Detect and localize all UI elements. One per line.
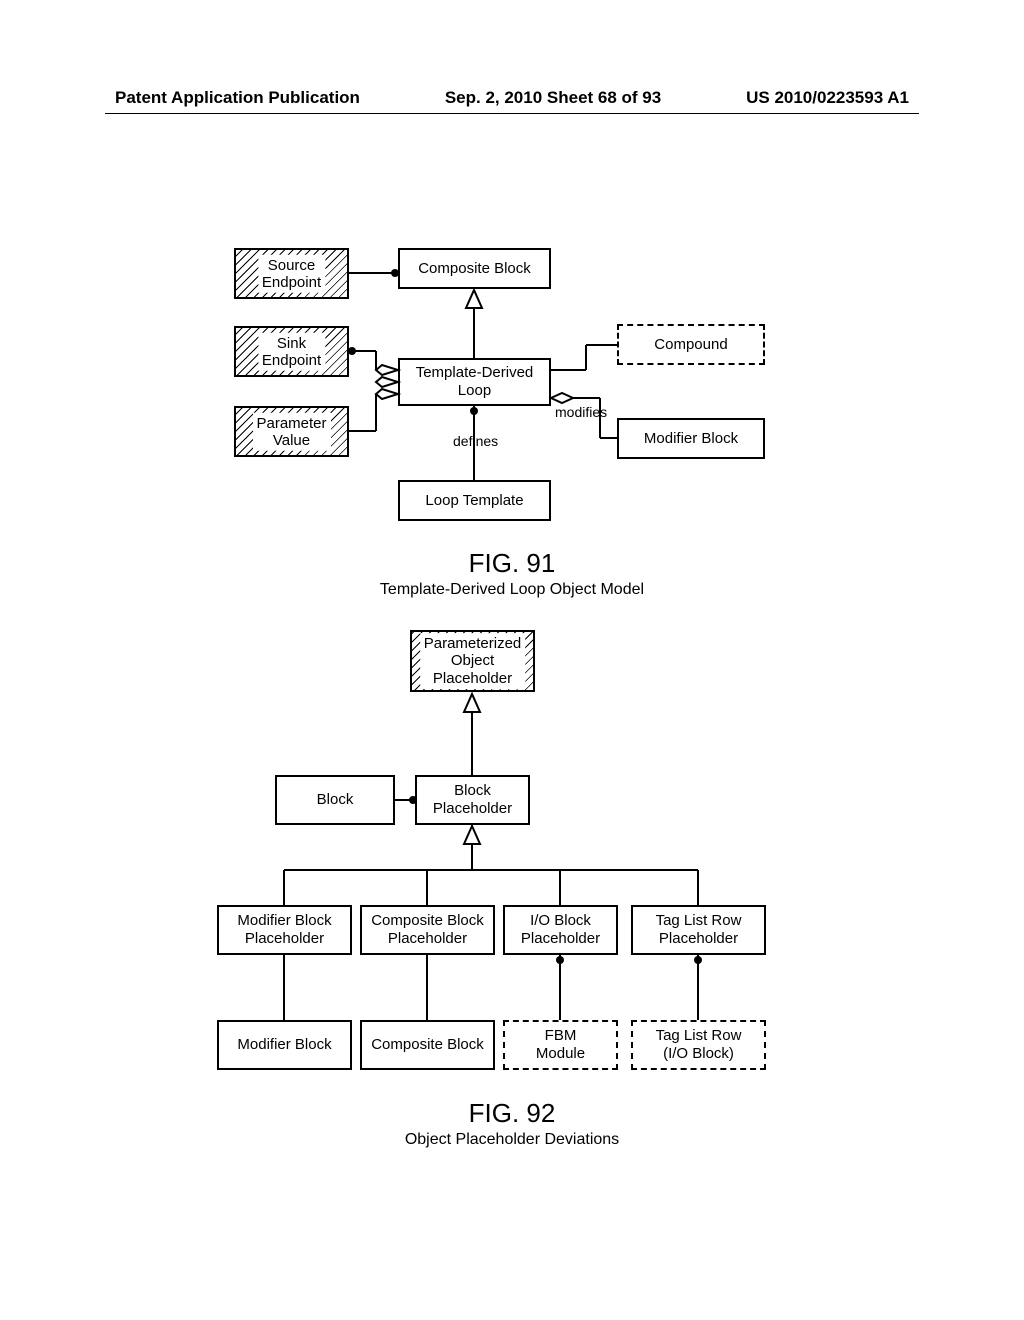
header-center: Sep. 2, 2010 Sheet 68 of 93 <box>445 88 661 108</box>
header-divider <box>105 113 919 114</box>
fig92-connectors <box>0 630 1024 1090</box>
fig91-connectors <box>0 248 1024 568</box>
fig92-caption-group: FIG. 92 Object Placeholder Deviations <box>312 1098 712 1149</box>
fig91-caption-group: FIG. 91 Template-Derived Loop Object Mod… <box>312 548 712 599</box>
page-header: Patent Application Publication Sep. 2, 2… <box>0 88 1024 108</box>
fig91-caption: Template-Derived Loop Object Model <box>312 581 712 599</box>
fig91-title: FIG. 91 <box>312 548 712 579</box>
header-left: Patent Application Publication <box>115 88 360 108</box>
figure-92: ParameterizedObjectPlaceholder Block Blo… <box>0 630 1024 1070</box>
header-right: US 2010/0223593 A1 <box>746 88 909 108</box>
fig92-caption: Object Placeholder Deviations <box>312 1131 712 1149</box>
fig92-title: FIG. 92 <box>312 1098 712 1129</box>
